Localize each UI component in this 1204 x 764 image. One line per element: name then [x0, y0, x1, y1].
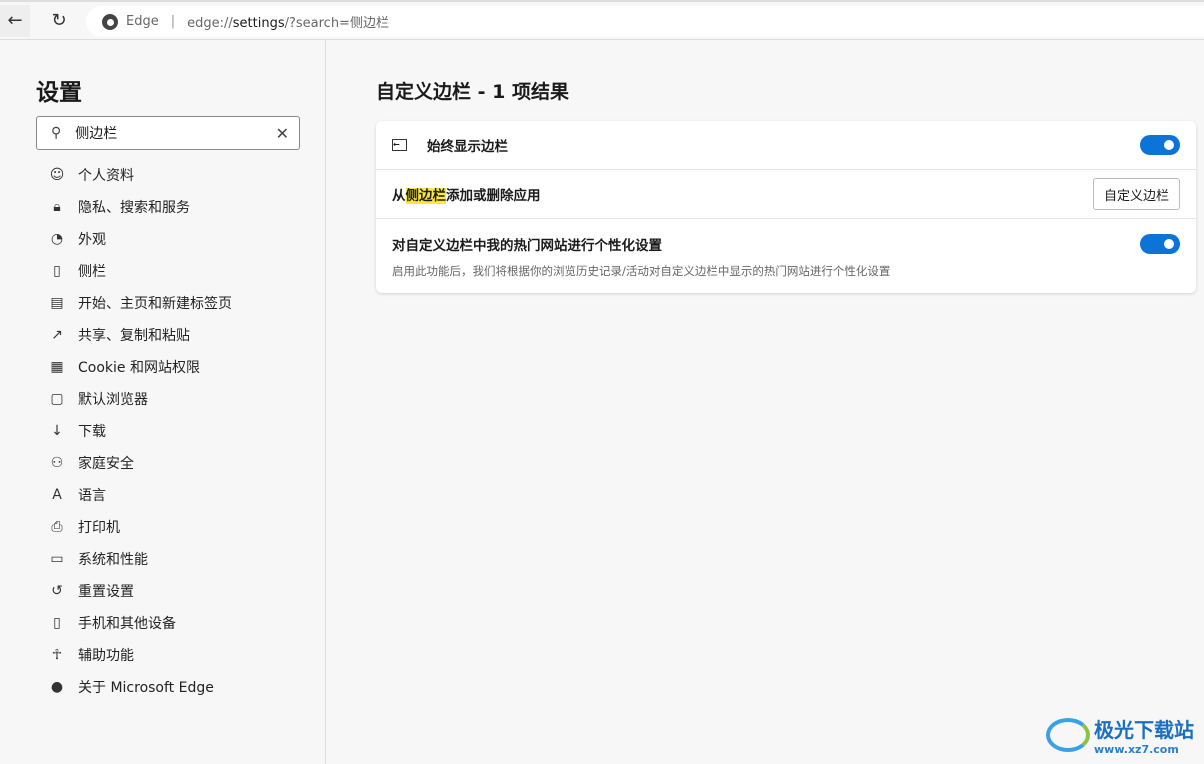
printer-icon: ⎙	[51, 519, 63, 535]
sidebar-item-label: 开始、主页和新建标签页	[78, 296, 232, 312]
sidebar-menu: ☺ 个人资料 🔒︎ 隐私、搜索和服务 ◔ 外观 ▯ 侧栏 ▤ 开始、主页和新建标签页 ↗ 共享、复制和…	[48, 159, 232, 703]
sidebar-item-label: Cookie 和网站权限	[78, 360, 200, 376]
setting-description: 启用此功能后，我们将根据你的浏览历史记录/活动对自定义边栏中显示的热门网站进行个…	[392, 264, 891, 278]
watermark-logo: 极光下载站 www.xz7.com	[1046, 714, 1194, 756]
accessibility-icon: ☥	[51, 647, 63, 663]
sidebar-item-label: 打印机	[78, 520, 120, 536]
search-value: 侧边栏	[75, 126, 118, 142]
sidebar-item-label: 下载	[78, 424, 106, 440]
sidebar-item-label: 外观	[78, 232, 106, 248]
profile-icon: ☺	[49, 167, 65, 183]
language-icon: A	[52, 487, 62, 503]
settings-card: ← 始终显示边栏 从侧边栏添加或删除应用 自定义边栏 对自定义边栏中我的热门网站…	[376, 121, 1196, 293]
sidebar-item[interactable]: A 语言	[48, 479, 232, 511]
divider: |	[170, 14, 176, 29]
results-title: 自定义边栏 - 1 项结果	[376, 81, 569, 103]
sidebar-item[interactable]: ☺ 个人资料	[48, 159, 232, 191]
edge-icon: ●	[50, 679, 64, 695]
setting-label: 始终显示边栏	[427, 139, 508, 155]
sidebar-item[interactable]: ↓ 下载	[48, 415, 232, 447]
sidebar-item-label: 个人资料	[78, 168, 134, 184]
share-icon: ↗	[51, 327, 63, 343]
sidebar-item[interactable]: ▯ 侧栏	[48, 255, 232, 287]
sidebar-item-label: 侧栏	[78, 264, 106, 280]
watermark-icon	[1046, 718, 1090, 752]
browser-toolbar: ← ↻ Edge | edge://settings/?search=侧边栏	[0, 0, 1204, 40]
sidebar-item-label: 关于 Microsoft Edge	[78, 680, 214, 696]
sidebar-item-label: 共享、复制和粘贴	[78, 328, 190, 344]
sidebar-item[interactable]: ⎙ 打印机	[48, 511, 232, 543]
sidebar-item[interactable]: 🔒︎ 隐私、搜索和服务	[48, 191, 232, 223]
setting-label: 从侧边栏添加或删除应用	[392, 188, 541, 204]
sidebar-item[interactable]: ▭ 系统和性能	[48, 543, 232, 575]
sidebar-item[interactable]: ▢ 默认浏览器	[48, 383, 232, 415]
sidebar-item-label: 隐私、搜索和服务	[78, 200, 190, 216]
sidebar-item-label: 语言	[78, 488, 106, 504]
sidebar-item[interactable]: ⚇ 家庭安全	[48, 447, 232, 479]
reset-icon: ↺	[51, 583, 63, 599]
laptop-icon: ▭	[50, 551, 64, 567]
sidebar-item-label: 重置设置	[78, 584, 134, 600]
sidebar-item-label: 默认浏览器	[78, 392, 148, 408]
palette-icon: ◔	[50, 231, 64, 247]
sidebar-icon: ←	[392, 139, 407, 151]
main-content: 自定义边栏 - 1 项结果 ← 始终显示边栏 从侧边栏添加或删除应用 自定义边栏…	[376, 40, 1196, 293]
home-icon: ▤	[50, 295, 64, 311]
url-text: edge://settings/?search=侧边栏	[187, 16, 389, 31]
address-bar[interactable]: Edge | edge://settings/?search=侧边栏	[86, 6, 1204, 37]
sidebar-item[interactable]: ▯ 手机和其他设备	[48, 607, 232, 639]
sidebar-item[interactable]: ▦ Cookie 和网站权限	[48, 351, 232, 383]
sidebar-item[interactable]: ▤ 开始、主页和新建标签页	[48, 287, 232, 319]
sidebar-item-label: 家庭安全	[78, 456, 134, 472]
lock-icon: 🔒︎	[53, 199, 61, 215]
family-icon: ⚇	[50, 455, 64, 471]
cookie-icon: ▦	[50, 359, 64, 375]
sidebar-item[interactable]: ● 关于 Microsoft Edge	[48, 671, 232, 703]
browser-icon: ▢	[50, 391, 64, 407]
phone-icon: ▯	[53, 615, 61, 631]
sidebar-item[interactable]: ◔ 外观	[48, 223, 232, 255]
sidebar-item-label: 辅助功能	[78, 648, 134, 664]
sidebar-item[interactable]: ↺ 重置设置	[48, 575, 232, 607]
sidebar-icon: ▯	[53, 263, 61, 279]
watermark-name: 极光下载站	[1094, 718, 1194, 742]
sidebar-item-label: 手机和其他设备	[78, 616, 176, 632]
sidebar-item-label: 系统和性能	[78, 552, 148, 568]
customize-sidebar-button[interactable]: 自定义边栏	[1092, 178, 1180, 210]
download-icon: ↓	[51, 423, 63, 439]
always-show-sidebar-row: ← 始终显示边栏	[376, 121, 1196, 170]
site-label: Edge	[126, 14, 159, 29]
settings-sidebar: 设置 ⚲ 侧边栏 ✕ ☺ 个人资料 🔒︎ 隐私、搜索和服务 ◔ 外观 ▯ 侧栏 ▤ 开始、主页和新…	[0, 40, 326, 764]
edge-icon	[102, 13, 118, 30]
sidebar-item[interactable]: ☥ 辅助功能	[48, 639, 232, 671]
clear-search-icon[interactable]: ✕	[276, 124, 289, 143]
add-remove-apps-row: 从侧边栏添加或删除应用 自定义边栏	[376, 170, 1196, 219]
sidebar-item[interactable]: ↗ 共享、复制和粘贴	[48, 319, 232, 351]
reload-button[interactable]: ↻	[44, 5, 74, 37]
personalize-sites-row: 对自定义边栏中我的热门网站进行个性化设置 启用此功能后，我们将根据你的浏览历史记…	[376, 219, 1196, 293]
page-title: 设置	[36, 80, 82, 106]
back-button[interactable]: ←	[0, 4, 30, 37]
personalize-sites-toggle[interactable]	[1140, 234, 1180, 254]
search-input[interactable]: ⚲ 侧边栏 ✕	[36, 116, 300, 150]
always-show-sidebar-toggle[interactable]	[1140, 135, 1180, 155]
setting-label: 对自定义边栏中我的热门网站进行个性化设置	[392, 238, 662, 254]
search-icon: ⚲	[51, 125, 62, 141]
watermark-site: www.xz7.com	[1094, 743, 1179, 756]
